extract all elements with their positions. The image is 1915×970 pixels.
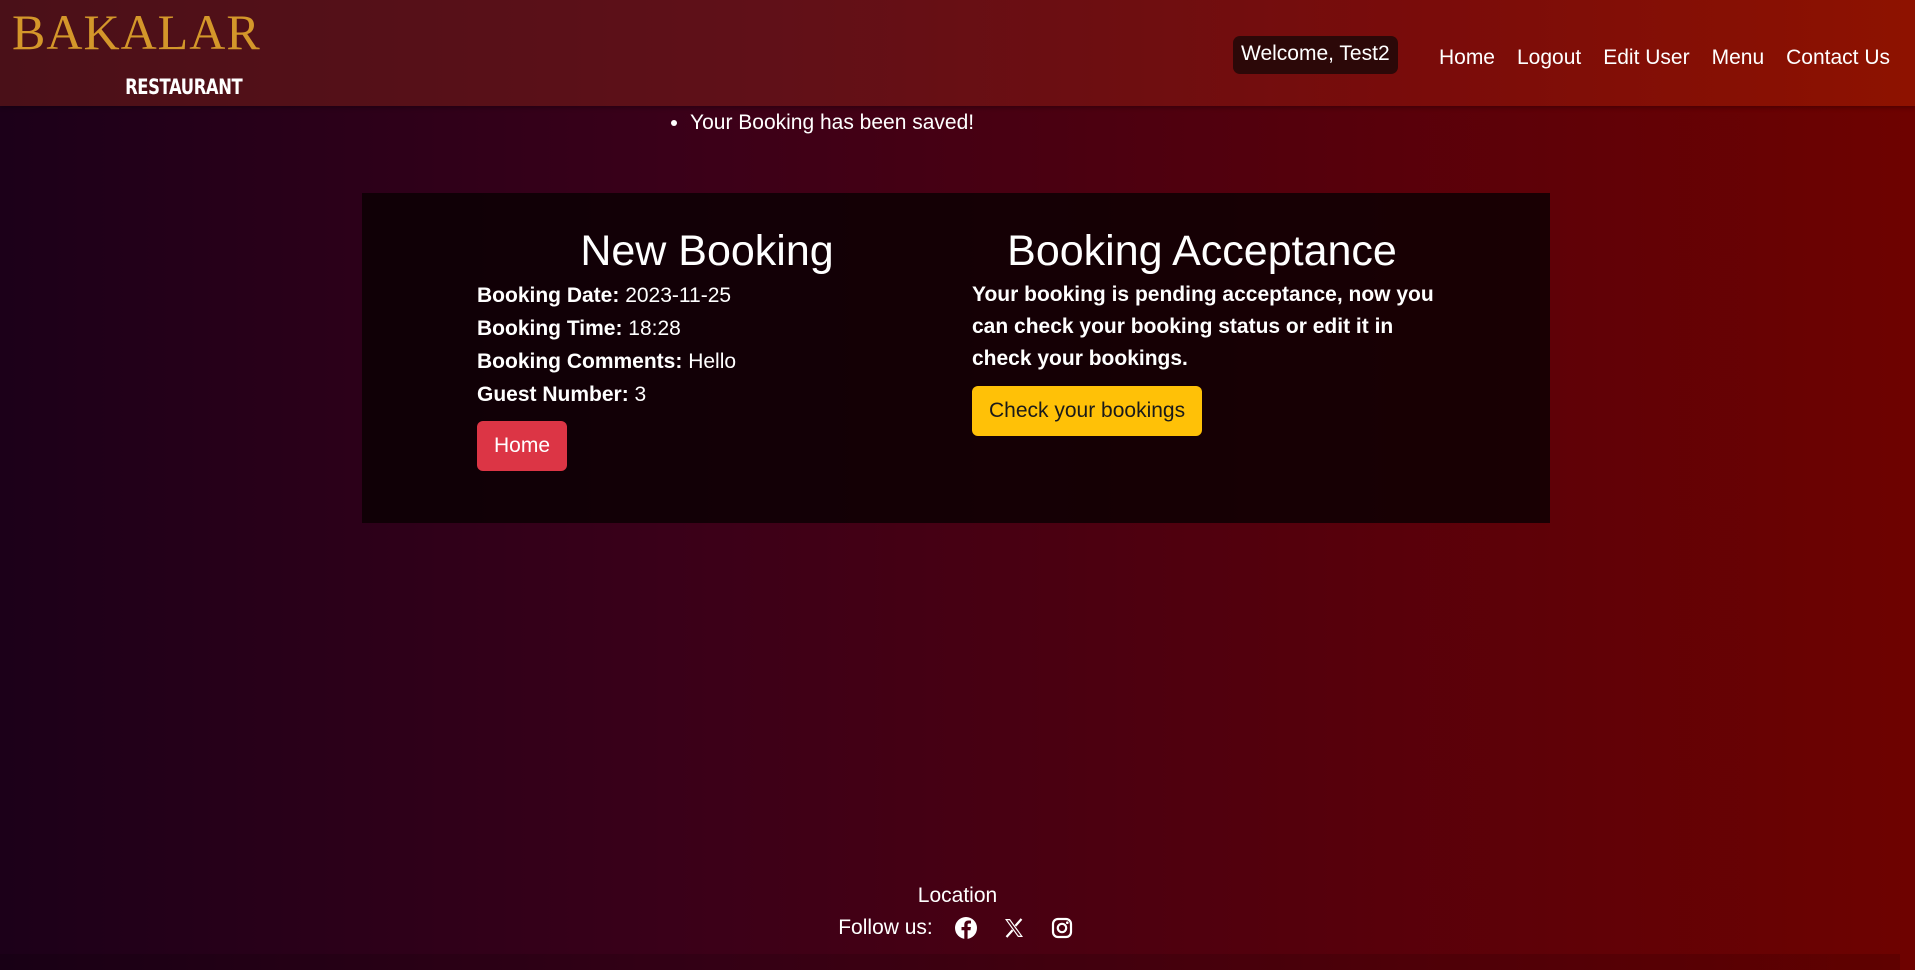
- success-message: Your Booking has been saved!: [690, 108, 974, 137]
- booking-acceptance-section: Booking Acceptance Your booking is pendi…: [972, 223, 1442, 436]
- guest-number-value: 3: [634, 383, 647, 406]
- guest-number-row: Guest Number: 3: [477, 378, 907, 411]
- message-list: Your Booking has been saved!: [671, 108, 974, 137]
- booking-time-label: Booking Time:: [477, 317, 623, 340]
- instagram-icon[interactable]: [1047, 913, 1077, 943]
- acceptance-text: Your booking is pending acceptance, now …: [972, 283, 1434, 370]
- home-button[interactable]: Home: [477, 421, 568, 471]
- nav-logout-link[interactable]: Logout: [1517, 40, 1581, 76]
- check-bookings-button[interactable]: Check your bookings: [972, 386, 1203, 436]
- nav-home-link[interactable]: Home: [1439, 40, 1495, 76]
- booking-panel: New Booking Booking Date: 2023-11-25 Boo…: [362, 193, 1550, 523]
- brand-logo[interactable]: BAKALAR RESTAURANT: [12, 4, 260, 100]
- navbar: BAKALAR RESTAURANT Welcome, Test2 Home L…: [0, 0, 1915, 106]
- footer: Location Follow us:: [0, 880, 1915, 944]
- booking-comments-value: Hello: [688, 350, 737, 373]
- new-booking-section: New Booking Booking Date: 2023-11-25 Boo…: [477, 223, 907, 471]
- booking-date-value: 2023-11-25: [625, 284, 732, 307]
- nav-links: Home Logout Edit User Menu Contact Us: [1439, 40, 1890, 76]
- footer-location-link[interactable]: Location: [0, 880, 1915, 912]
- booking-date-row: Booking Date: 2023-11-25: [477, 279, 907, 312]
- nav-edit-user-link[interactable]: Edit User: [1603, 40, 1689, 76]
- booking-time-row: Booking Time: 18:28: [477, 312, 907, 345]
- brand-name: BAKALAR: [12, 4, 261, 60]
- booking-comments-label: Booking Comments:: [477, 350, 683, 373]
- facebook-icon[interactable]: [951, 913, 981, 943]
- nav-contact-link[interactable]: Contact Us: [1786, 40, 1890, 76]
- booking-acceptance-title: Booking Acceptance: [1007, 227, 1397, 275]
- booking-date-label: Booking Date:: [477, 284, 620, 307]
- follow-us-label: Follow us:: [838, 916, 933, 939]
- x-icon[interactable]: [999, 913, 1029, 943]
- new-booking-title: New Booking: [580, 227, 834, 275]
- guest-number-label: Guest Number:: [477, 383, 629, 406]
- nav-menu-link[interactable]: Menu: [1712, 40, 1765, 76]
- brand-subtitle: RESTAURANT: [124, 75, 243, 99]
- booking-time-value: 18:28: [628, 317, 681, 340]
- footer-bottom-strip: [0, 954, 1900, 970]
- follow-us-row: Follow us:: [0, 912, 1915, 944]
- welcome-badge: Welcome, Test2: [1233, 36, 1398, 74]
- booking-comments-row: Booking Comments: Hello: [477, 345, 907, 378]
